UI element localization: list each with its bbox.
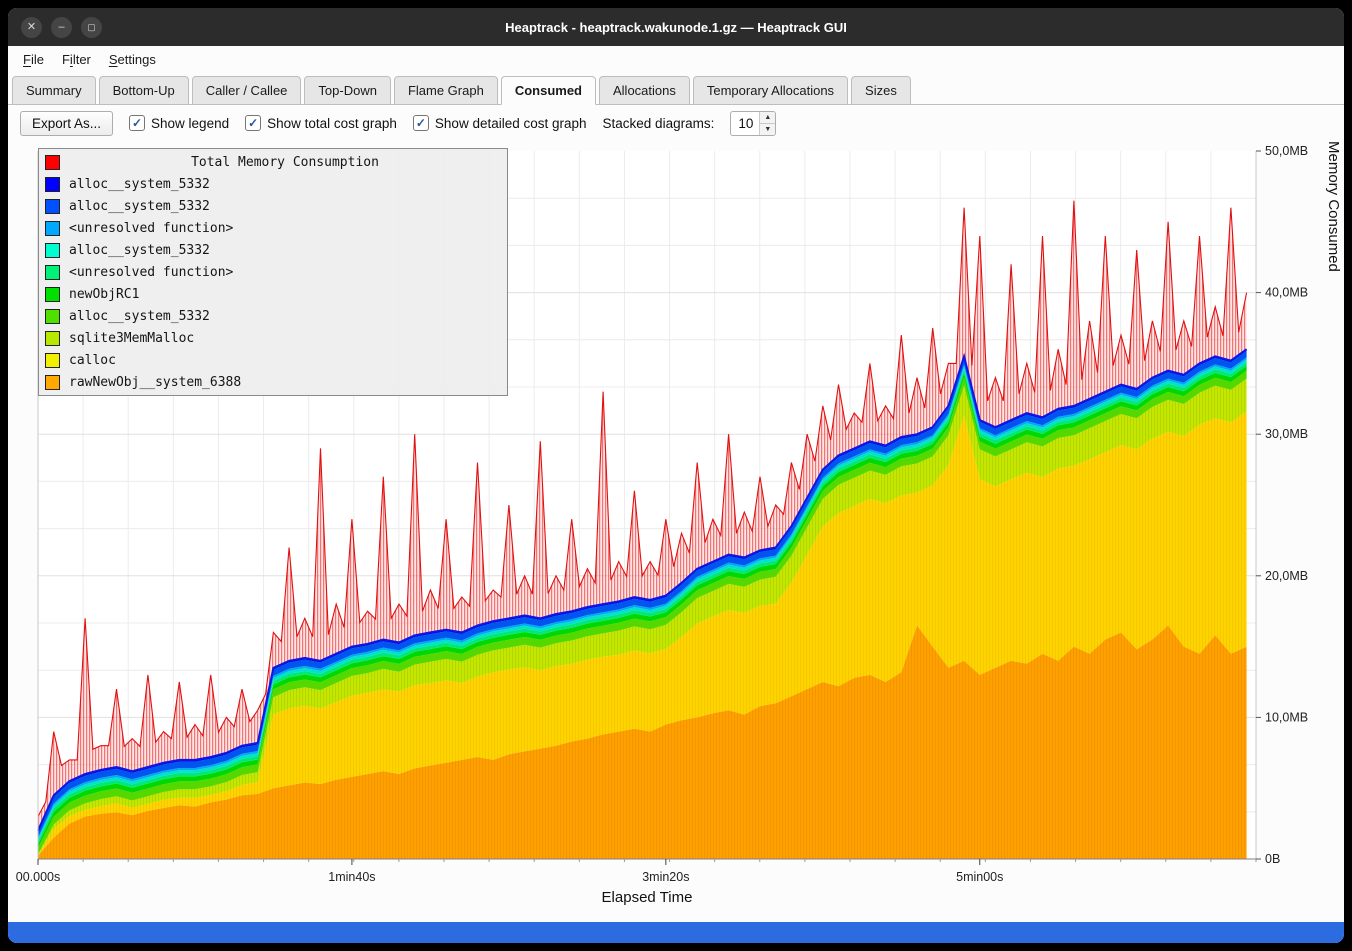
tab-top-down[interactable]: Top-Down bbox=[304, 76, 391, 105]
minimize-button[interactable]: – bbox=[51, 17, 72, 38]
x-tick-label: 5min00s bbox=[956, 870, 1003, 884]
legend-swatch bbox=[45, 375, 60, 390]
window-title: Heaptrack - heaptrack.wakunode.1.gz — He… bbox=[8, 20, 1344, 35]
checkbox-show-legend[interactable]: ✓ Show legend bbox=[129, 115, 229, 131]
legend-item-unresolved-function: <unresolved function> bbox=[39, 217, 507, 239]
checkbox-label: Show detailed cost graph bbox=[435, 116, 587, 131]
legend-item-sqlite3memmalloc: sqlite3MemMalloc bbox=[39, 327, 507, 349]
close-button[interactable]: ✕ bbox=[21, 17, 42, 38]
legend-item-unresolved-function: <unresolved function> bbox=[39, 261, 507, 283]
stacked-diagrams-value[interactable]: 10 bbox=[731, 112, 759, 135]
spinbox-up-icon[interactable]: ▲ bbox=[760, 112, 775, 124]
legend-swatch bbox=[45, 243, 60, 258]
x-tick-label: 3min20s bbox=[642, 870, 689, 884]
legend-swatch bbox=[45, 155, 60, 170]
tab-flame-graph[interactable]: Flame Graph bbox=[394, 76, 498, 105]
legend-item-calloc: calloc bbox=[39, 349, 507, 371]
legend-label: newObjRC1 bbox=[69, 287, 139, 302]
legend-swatch bbox=[45, 287, 60, 302]
legend-label: alloc__system_5332 bbox=[69, 199, 210, 214]
tab-allocations[interactable]: Allocations bbox=[599, 76, 690, 105]
menubar: FileFilterSettings bbox=[8, 46, 1344, 73]
app-window: ✕ – ▢ Heaptrack - heaptrack.wakunode.1.g… bbox=[8, 8, 1344, 943]
y-axis-title: Memory Consumed bbox=[1325, 141, 1342, 886]
chart-area: 50,0MB 40,0MB 30,0MB 20,0MB 10,0MB 0B 00.000s 1… bbox=[8, 141, 1344, 922]
titlebar[interactable]: ✕ – ▢ Heaptrack - heaptrack.wakunode.1.g… bbox=[8, 8, 1344, 46]
legend-item-alloc-system-5332: alloc__system_5332 bbox=[39, 195, 507, 217]
legend-swatch bbox=[45, 199, 60, 214]
menu-filter[interactable]: Filter bbox=[53, 49, 100, 70]
legend-item-rawnewobj-system-6388: rawNewObj__system_6388 bbox=[39, 371, 507, 393]
legend-item-alloc-system-5332: alloc__system_5332 bbox=[39, 173, 507, 195]
y-tick-label: 20,0MB bbox=[1265, 569, 1308, 583]
chart-legend: Total Memory Consumption alloc__system_53… bbox=[38, 148, 508, 396]
checkbox-box: ✓ bbox=[245, 115, 261, 131]
tab-bar: SummaryBottom-UpCaller / CalleeTop-DownF… bbox=[8, 73, 1344, 105]
tab-summary[interactable]: Summary bbox=[12, 76, 96, 105]
legend-label: alloc__system_5332 bbox=[69, 309, 210, 324]
spinbox-down-icon[interactable]: ▼ bbox=[760, 124, 775, 135]
legend-label: calloc bbox=[69, 353, 116, 368]
legend-item-total-memory-consumption: Total Memory Consumption bbox=[39, 151, 507, 173]
legend-item-alloc-system-5332: alloc__system_5332 bbox=[39, 239, 507, 261]
legend-swatch bbox=[45, 265, 60, 280]
checkbox-box: ✓ bbox=[413, 115, 429, 131]
checkbox-label: Show total cost graph bbox=[267, 116, 397, 131]
legend-swatch bbox=[45, 221, 60, 236]
tab-bottom-up[interactable]: Bottom-Up bbox=[99, 76, 189, 105]
y-tick-label: 0B bbox=[1265, 852, 1280, 866]
legend-label: sqlite3MemMalloc bbox=[69, 331, 194, 346]
legend-label: alloc__system_5332 bbox=[69, 177, 210, 192]
bottom-strip bbox=[8, 922, 1344, 943]
checkbox-show-detailed-cost-graph[interactable]: ✓ Show detailed cost graph bbox=[413, 115, 587, 131]
checkbox-label: Show legend bbox=[151, 116, 229, 131]
tab-sizes[interactable]: Sizes bbox=[851, 76, 911, 105]
x-tick-label: 1min40s bbox=[328, 870, 375, 884]
toolbar: Export As... ✓ Show legend ✓ Show total cos… bbox=[8, 105, 1344, 141]
tab-temporary-allocations[interactable]: Temporary Allocations bbox=[693, 76, 848, 105]
legend-label: <unresolved function> bbox=[69, 221, 233, 236]
x-tick-label: 00.000s bbox=[16, 870, 60, 884]
menu-settings[interactable]: Settings bbox=[100, 49, 165, 70]
legend-label: alloc__system_5332 bbox=[69, 243, 210, 258]
legend-label: <unresolved function> bbox=[69, 265, 233, 280]
maximize-button[interactable]: ▢ bbox=[81, 17, 102, 38]
checkbox-group: ✓ Show legend ✓ Show total cost graph ✓ Show … bbox=[129, 115, 587, 131]
legend-swatch bbox=[45, 309, 60, 324]
y-tick-label: 40,0MB bbox=[1265, 286, 1308, 300]
x-axis-title: Elapsed Time bbox=[8, 889, 1286, 906]
legend-swatch bbox=[45, 331, 60, 346]
checkbox-show-total-cost-graph[interactable]: ✓ Show total cost graph bbox=[245, 115, 397, 131]
legend-swatch bbox=[45, 353, 60, 368]
window-controls: ✕ – ▢ bbox=[21, 17, 102, 38]
legend-label: rawNewObj__system_6388 bbox=[69, 375, 241, 390]
legend-label: Total Memory Consumption bbox=[69, 155, 501, 170]
tab-consumed[interactable]: Consumed bbox=[501, 76, 596, 105]
stacked-diagrams-label: Stacked diagrams: bbox=[603, 116, 715, 131]
y-tick-label: 50,0MB bbox=[1265, 144, 1308, 158]
legend-item-newobjrc1: newObjRC1 bbox=[39, 283, 507, 305]
menu-file[interactable]: File bbox=[14, 49, 53, 70]
tab-caller-callee[interactable]: Caller / Callee bbox=[192, 76, 302, 105]
checkbox-box: ✓ bbox=[129, 115, 145, 131]
legend-item-alloc-system-5332: alloc__system_5332 bbox=[39, 305, 507, 327]
spinbox-arrows: ▲ ▼ bbox=[759, 112, 775, 135]
y-tick-label: 10,0MB bbox=[1265, 710, 1308, 724]
export-as-button[interactable]: Export As... bbox=[20, 111, 113, 136]
y-tick-label: 30,0MB bbox=[1265, 427, 1308, 441]
stacked-diagrams-spinbox[interactable]: 10 ▲ ▼ bbox=[730, 111, 776, 136]
legend-swatch bbox=[45, 177, 60, 192]
